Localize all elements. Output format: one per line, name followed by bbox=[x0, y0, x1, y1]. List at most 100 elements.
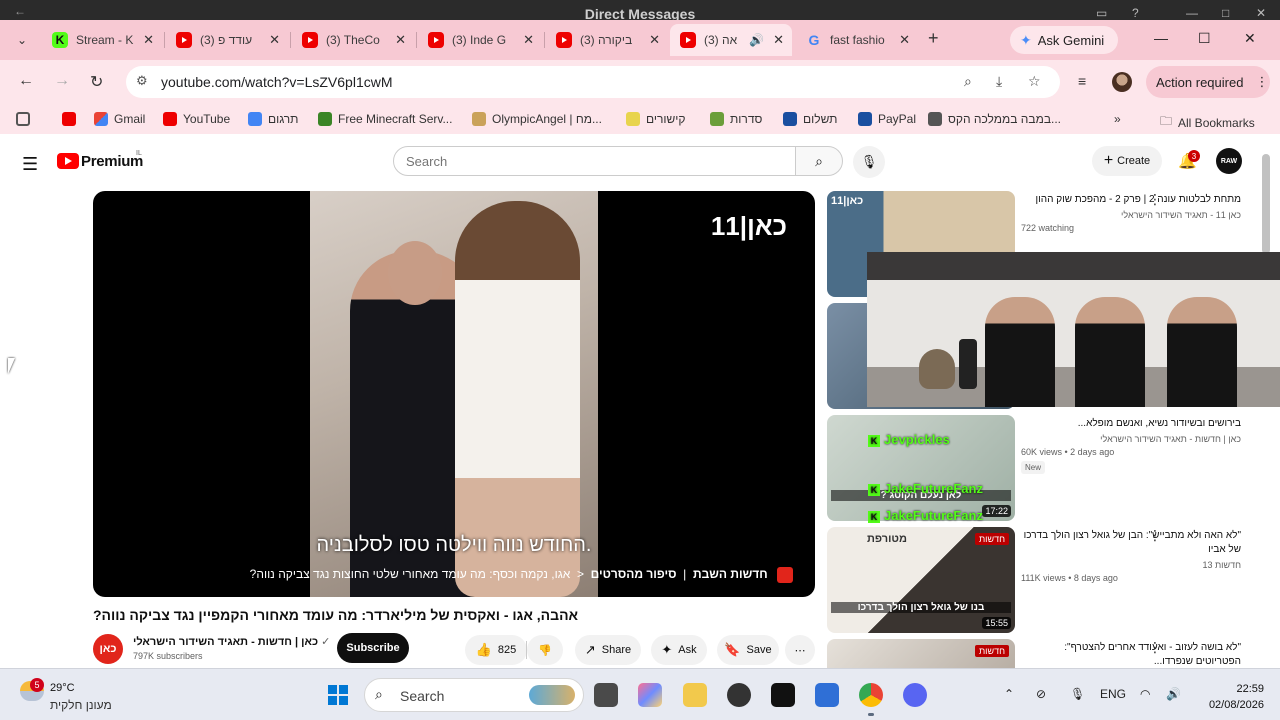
bookmark-youtube-icon[interactable] bbox=[62, 112, 82, 126]
volume-icon[interactable]: 🔊 bbox=[1166, 687, 1181, 701]
more-actions-button[interactable]: ⋯ bbox=[785, 635, 815, 665]
site-settings-icon[interactable]: ⚙ bbox=[136, 73, 148, 89]
video-thumbnail[interactable]: לאן נעלם הקוטג ? 17:22 bbox=[827, 415, 1015, 521]
video-thumbnail[interactable]: חדשות מטורפת בנו של גואל רצון הולך בדרכו… bbox=[827, 527, 1015, 633]
speaker-icon[interactable]: 🔊 bbox=[749, 33, 764, 47]
start-button[interactable] bbox=[328, 685, 348, 705]
tab-youtube-3[interactable]: (3) Inde G ✕ bbox=[418, 24, 542, 56]
ask-button[interactable]: ✦ Ask bbox=[651, 635, 707, 665]
tab-google-search[interactable]: G fast fashio ✕ bbox=[796, 24, 918, 56]
network-off-icon[interactable]: ⊘ bbox=[1036, 687, 1046, 701]
language-indicator[interactable]: ENG bbox=[1100, 687, 1126, 701]
taskbar-search[interactable]: ⌕ Search bbox=[364, 678, 584, 712]
bookmark-star-icon[interactable]: ☆ bbox=[1028, 73, 1041, 90]
window-close-icon[interactable]: ✕ bbox=[1256, 6, 1266, 20]
tab-youtube-1[interactable]: (3) עודד פ ✕ bbox=[166, 24, 288, 56]
youtube-logo-icon[interactable] bbox=[57, 153, 79, 169]
rec-title[interactable]: בירושים ובשיודור נשיא, ואנשם מופלא... bbox=[1021, 417, 1241, 431]
reload-icon[interactable]: ↻ bbox=[90, 72, 103, 92]
rec-title[interactable]: מתחת לבלטות עונה 2 | פרק 2 - מהפכת שוק ה… bbox=[1021, 193, 1241, 207]
close-icon[interactable]: ✕ bbox=[269, 32, 280, 48]
media-controls-icon[interactable]: ≡ bbox=[1078, 73, 1086, 89]
task-view-icon[interactable] bbox=[594, 683, 618, 707]
tab-kick-stream[interactable]: K Stream - K ✕ bbox=[42, 24, 162, 56]
ndi-icon[interactable] bbox=[771, 683, 795, 707]
close-icon[interactable]: ✕ bbox=[649, 32, 660, 48]
file-explorer-icon[interactable] bbox=[683, 683, 707, 707]
new-tab-icon[interactable]: + bbox=[928, 28, 939, 49]
ask-gemini-button[interactable]: ✦ Ask Gemini bbox=[1010, 26, 1118, 54]
action-required-button[interactable]: Action required ⋮ bbox=[1146, 66, 1270, 98]
zoom-icon[interactable]: ⌕ bbox=[964, 73, 972, 90]
search-input[interactable]: Search bbox=[393, 146, 796, 176]
weather-temperature[interactable]: 29°C bbox=[50, 682, 75, 694]
wifi-icon[interactable]: ◠ bbox=[1140, 687, 1150, 701]
hamburger-menu-icon[interactable]: ☰ bbox=[22, 154, 38, 175]
profile-avatar[interactable] bbox=[1112, 72, 1132, 92]
rec-title[interactable]: "לא האה ולא מתבייש": הבן של גואל רצון הו… bbox=[1021, 529, 1241, 557]
chevron-up-icon[interactable]: ⌃ bbox=[1004, 687, 1014, 701]
scrollbar-thumb[interactable] bbox=[1262, 154, 1270, 254]
bookmark-bamba[interactable]: במבה בממלכה הקס... bbox=[928, 112, 1061, 126]
rec-channel[interactable]: כאן 11 - תאגיד השידור הישראלי bbox=[1021, 210, 1241, 220]
tab-youtube-4[interactable]: (3) ביקורה ✕ bbox=[546, 24, 668, 56]
tab-youtube-2[interactable]: (3) TheCo ✕ bbox=[292, 24, 414, 56]
weather-description[interactable]: מעונן חלקית bbox=[50, 698, 112, 712]
share-button[interactable]: ↗ Share bbox=[575, 635, 641, 665]
video-player[interactable]: כאן|11 החודש נווה ווילטה טסו לסלובניה. ח… bbox=[93, 191, 815, 597]
video-thumbnail[interactable]: חדשות bbox=[827, 639, 1015, 668]
bookmark-links[interactable]: קישורים bbox=[626, 112, 686, 126]
channel-avatar[interactable]: כאן bbox=[93, 634, 123, 664]
tab-search-button[interactable]: ⌄ bbox=[8, 28, 36, 52]
youtube-premium-text[interactable]: Premium bbox=[81, 153, 143, 170]
discord-icon[interactable] bbox=[903, 683, 927, 707]
rec-channel[interactable]: כאן | חדשות - תאגיד השידור הישראלי bbox=[1021, 434, 1241, 444]
more-vert-icon[interactable]: ⋮ bbox=[1148, 527, 1162, 544]
bookmark-gmail[interactable]: Gmail bbox=[94, 112, 145, 126]
rec-channel[interactable]: חדשות 13 bbox=[1021, 560, 1241, 570]
search-button[interactable]: ⌕ bbox=[795, 146, 843, 176]
more-vert-icon[interactable]: ⋮ bbox=[1148, 191, 1162, 208]
bookmark-translate[interactable]: תרגום bbox=[248, 112, 298, 126]
minimize-icon[interactable]: — bbox=[1154, 30, 1168, 46]
close-icon[interactable]: ✕ bbox=[899, 32, 910, 48]
bookmark-olympicangel[interactable]: OlympicAngel | מח... bbox=[472, 112, 602, 126]
forward-icon[interactable]: → bbox=[54, 72, 70, 90]
save-button[interactable]: 🔖 Save bbox=[717, 635, 779, 665]
bookmark-youtube[interactable]: YouTube bbox=[163, 112, 230, 126]
address-bar[interactable]: ⚙ youtube.com/watch?v=LsZV6pl1cwM ⌕ ⤓ ☆ bbox=[126, 66, 1060, 98]
bookmark-paypal[interactable]: PayPal bbox=[858, 112, 916, 126]
close-icon[interactable]: ✕ bbox=[773, 32, 784, 48]
window-restore-icon[interactable]: ▭ bbox=[1096, 6, 1107, 20]
close-window-icon[interactable]: ✕ bbox=[1244, 30, 1256, 47]
chrome-icon[interactable] bbox=[859, 683, 883, 707]
close-icon[interactable]: ✕ bbox=[523, 32, 534, 48]
tab-youtube-active[interactable]: (3) אה 🔊 ✕ bbox=[670, 24, 792, 56]
more-bookmarks-icon[interactable]: » bbox=[1114, 112, 1121, 126]
create-button[interactable]: + Create bbox=[1092, 146, 1162, 176]
rec-title[interactable]: "לא בושה לעזוב - ואעודד אחרים להצטרף": ה… bbox=[1021, 641, 1241, 668]
help-icon[interactable]: ? bbox=[1132, 6, 1139, 20]
close-icon[interactable]: ✕ bbox=[395, 32, 406, 48]
url-text[interactable]: youtube.com/watch?v=LsZV6pl1cwM bbox=[161, 74, 393, 90]
install-app-icon[interactable]: ⤓ bbox=[996, 73, 1002, 90]
apps-grid-icon[interactable] bbox=[16, 112, 36, 126]
window-minimize-icon[interactable]: — bbox=[1186, 6, 1198, 20]
account-avatar[interactable]: RAW bbox=[1216, 148, 1242, 174]
channel-name[interactable]: כאן | חדשות - תאגיד השידור הישראלי ✓ bbox=[133, 635, 330, 648]
copilot-icon[interactable] bbox=[638, 683, 662, 707]
close-icon[interactable]: ✕ bbox=[143, 32, 154, 48]
back-icon[interactable]: ← bbox=[18, 72, 34, 90]
more-vert-icon[interactable]: ⋮ bbox=[1148, 639, 1162, 656]
like-button[interactable]: 👍 825 bbox=[465, 635, 527, 665]
dislike-button[interactable]: 👎 bbox=[527, 635, 563, 665]
microphone-icon[interactable]: 🎙 bbox=[1070, 687, 1085, 701]
maximize-icon[interactable]: ☐ bbox=[1198, 30, 1211, 47]
bookmark-payment[interactable]: תשלום bbox=[783, 112, 837, 126]
voice-search-button[interactable]: 🎙 bbox=[853, 146, 885, 178]
system-clock[interactable]: 22:59 02/08/2026 bbox=[1200, 681, 1264, 713]
subscribe-button[interactable]: Subscribe bbox=[337, 633, 409, 663]
window-maximize-icon[interactable]: □ bbox=[1222, 6, 1229, 20]
bookmark-series[interactable]: סדרות bbox=[710, 112, 762, 126]
app-icon[interactable] bbox=[727, 683, 751, 707]
